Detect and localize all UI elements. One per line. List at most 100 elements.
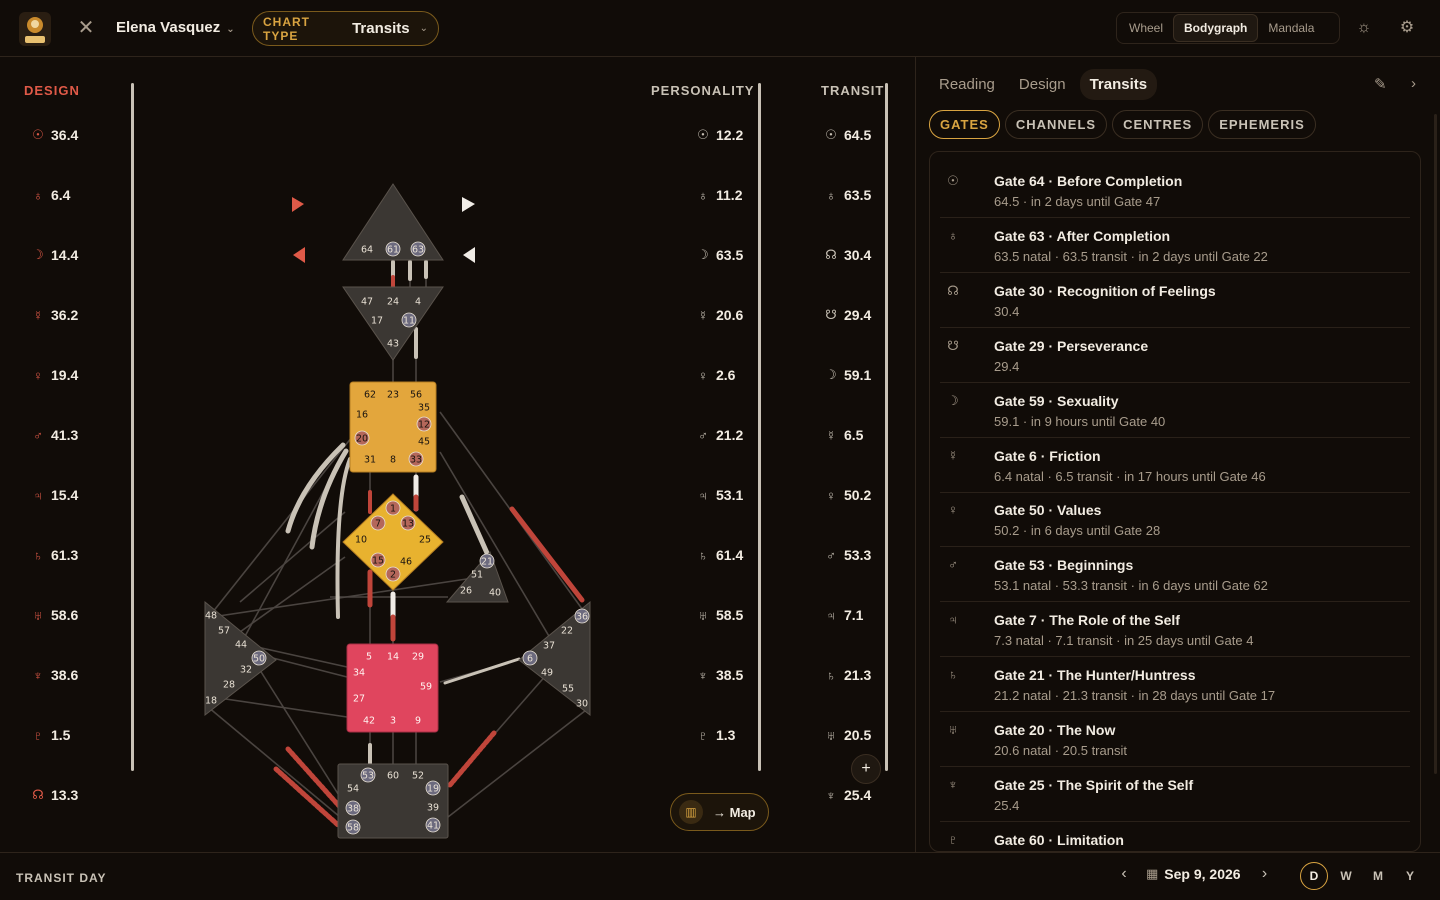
planet-row[interactable]: ♂ 21.2: [690, 427, 760, 443]
gate-number[interactable]: 45: [418, 437, 430, 448]
planet-row[interactable]: ♂ 53.3: [818, 547, 888, 563]
gate-number[interactable]: 6: [527, 654, 533, 665]
planet-row[interactable]: ☋ 29.4: [818, 307, 888, 323]
planet-row[interactable]: ☽ 14.4: [25, 247, 105, 263]
gate-number[interactable]: 58: [347, 823, 359, 834]
gate-number[interactable]: 60: [387, 771, 399, 782]
design-scrollbar[interactable]: [131, 83, 134, 771]
planet-row[interactable]: ☽ 59.1: [818, 367, 888, 383]
gate-list-item[interactable]: ♆ Gate 25 · The Spirit of the Self 25.4: [940, 767, 1410, 822]
chart-type-selector[interactable]: CHART TYPE Transits ⌄: [252, 11, 439, 46]
planet-row[interactable]: ☿ 20.6: [690, 307, 760, 323]
gate-number[interactable]: 61: [387, 245, 399, 256]
tab-reading[interactable]: Reading: [929, 69, 1005, 100]
gate-list-item[interactable]: ☋ Gate 29 · Perseverance 29.4: [940, 328, 1410, 383]
gate-list[interactable]: ☉ Gate 64 · Before Completion 64.5 · in 2 …: [929, 151, 1421, 852]
pill-ephemeris[interactable]: EPHEMERIS: [1208, 110, 1316, 139]
gate-list-item[interactable]: ☉ Gate 64 · Before Completion 64.5 · in 2 …: [940, 163, 1410, 218]
gate-number[interactable]: 37: [543, 641, 555, 652]
gate-number[interactable]: 56: [410, 390, 422, 401]
gate-number[interactable]: 40: [489, 588, 501, 599]
gate-number[interactable]: 14: [387, 652, 399, 663]
range-month[interactable]: M: [1364, 862, 1392, 890]
gate-number[interactable]: 12: [418, 420, 430, 431]
zoom-in-button[interactable]: +: [851, 754, 881, 784]
gate-list-item[interactable]: ♇ Gate 60 · Limitation: [940, 822, 1410, 851]
gate-number[interactable]: 63: [412, 245, 424, 256]
gear-icon[interactable]: ⚙: [1397, 18, 1417, 38]
edit-note-icon[interactable]: ✎: [1374, 75, 1387, 93]
gate-number[interactable]: 27: [353, 694, 365, 705]
pill-gates[interactable]: GATES: [929, 110, 1000, 139]
planet-row[interactable]: ♆ 38.6: [25, 667, 105, 683]
bodygraph[interactable]: 64 61 6347 24 417 114362 23 5616351220 4531 8 3317…: [190, 117, 610, 857]
gate-list-item[interactable]: ♁ Gate 63 · After Completion 63.5 natal · …: [940, 218, 1410, 273]
view-bodygraph[interactable]: Bodygraph: [1173, 14, 1259, 42]
prev-date-button[interactable]: ‹: [1112, 865, 1136, 883]
planet-row[interactable]: ☿ 36.2: [25, 307, 105, 323]
gate-number[interactable]: 23: [387, 390, 399, 401]
gate-list-item[interactable]: ☿ Gate 6 · Friction 6.4 natal · 6.5 transi…: [940, 438, 1410, 493]
gate-number[interactable]: 13: [402, 519, 414, 530]
planet-row[interactable]: ♅ 58.5: [690, 607, 760, 623]
gate-number[interactable]: 26: [460, 586, 472, 597]
gate-number[interactable]: 1: [390, 504, 396, 515]
gate-list-item[interactable]: ♃ Gate 7 · The Role of the Self 7.3 natal …: [940, 602, 1410, 658]
calendar-icon[interactable]: ▦: [1146, 866, 1158, 882]
gate-list-item[interactable]: ☊ Gate 30 · Recognition of Feelings 30.4: [940, 273, 1410, 328]
gate-number[interactable]: 32: [240, 665, 252, 676]
tab-transits[interactable]: Transits: [1079, 69, 1158, 100]
planet-row[interactable]: ☿ 6.5: [818, 427, 888, 443]
gate-number[interactable]: 24: [387, 297, 399, 308]
gate-number[interactable]: 41: [427, 821, 439, 832]
tab-design[interactable]: Design: [1009, 69, 1076, 100]
planet-row[interactable]: ☊ 30.4: [818, 247, 888, 263]
sun-theme-icon[interactable]: ☼: [1354, 18, 1374, 38]
gate-number[interactable]: 55: [562, 684, 574, 695]
planet-row[interactable]: ♂ 41.3: [25, 427, 105, 443]
planet-row[interactable]: ☉ 64.5: [818, 127, 888, 143]
gate-number[interactable]: 7: [375, 519, 381, 530]
planet-row[interactable]: ☊ 13.3: [25, 787, 105, 803]
planet-row[interactable]: ☉ 12.2: [690, 127, 760, 143]
gate-number[interactable]: 15: [372, 556, 384, 567]
gate-number[interactable]: 17: [371, 316, 383, 327]
gate-number[interactable]: 22: [561, 626, 573, 637]
planet-row[interactable]: ♆ 25.4: [818, 787, 888, 803]
view-wheel[interactable]: Wheel: [1119, 15, 1173, 41]
gate-number[interactable]: 28: [223, 680, 235, 691]
gate-number[interactable]: 10: [355, 535, 367, 546]
chevron-right-icon[interactable]: ›: [1411, 75, 1416, 92]
gate-list-item[interactable]: ♀ Gate 50 · Values 50.2 · in 6 days until …: [940, 492, 1410, 548]
planet-row[interactable]: ♀ 2.6: [690, 367, 760, 383]
gate-number[interactable]: 51: [471, 570, 483, 581]
panel-scrollbar[interactable]: [1434, 114, 1437, 774]
planet-row[interactable]: ♃ 53.1: [690, 487, 760, 503]
app-logo[interactable]: [19, 12, 51, 46]
gate-number[interactable]: 16: [356, 410, 368, 421]
current-date[interactable]: Sep 9, 2026: [1164, 866, 1240, 882]
range-year[interactable]: Y: [1396, 862, 1424, 890]
planet-row[interactable]: ♀ 50.2: [818, 487, 888, 503]
gate-number[interactable]: 8: [390, 455, 396, 466]
gate-number[interactable]: 49: [541, 668, 553, 679]
gate-number[interactable]: 47: [361, 297, 373, 308]
gate-number[interactable]: 48: [205, 611, 217, 622]
gate-list-item[interactable]: ♄ Gate 21 · The Hunter/Huntress 21.2 natal…: [940, 657, 1410, 713]
next-date-button[interactable]: ›: [1253, 865, 1277, 883]
planet-row[interactable]: ♄ 21.3: [818, 667, 888, 683]
gate-number[interactable]: 59: [420, 682, 432, 693]
gate-number[interactable]: 35: [418, 403, 430, 414]
close-icon[interactable]: ✕: [76, 18, 96, 38]
gate-number[interactable]: 43: [387, 339, 399, 350]
gate-number[interactable]: 5: [366, 652, 372, 663]
planet-row[interactable]: ♀ 19.4: [25, 367, 105, 383]
gate-number[interactable]: 9: [415, 716, 421, 727]
planet-row[interactable]: ☉ 36.4: [25, 127, 105, 143]
gate-number[interactable]: 31: [364, 455, 376, 466]
gate-number[interactable]: 3: [390, 716, 396, 727]
gate-number[interactable]: 30: [576, 699, 588, 710]
planet-row[interactable]: ♄ 61.3: [25, 547, 105, 563]
gate-number[interactable]: 34: [353, 668, 365, 679]
gate-number[interactable]: 33: [410, 455, 422, 466]
